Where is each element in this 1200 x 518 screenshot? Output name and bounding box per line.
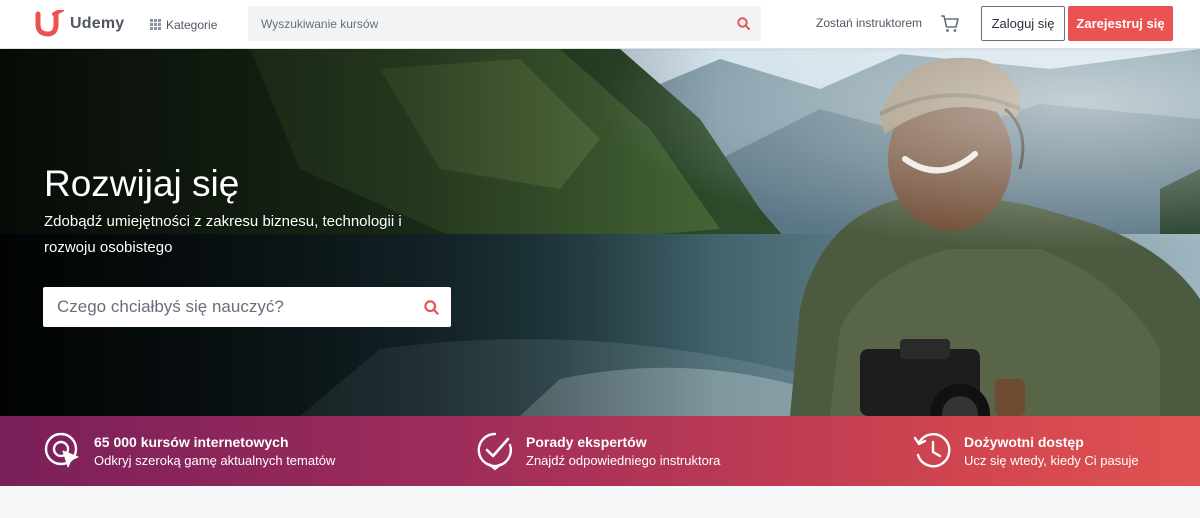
- udemy-logo[interactable]: Udemy: [34, 10, 124, 38]
- logo-text: Udemy: [70, 15, 125, 32]
- hero-banner: Rozwijaj się Zdobądź umiejętności z zakr…: [0, 49, 1200, 416]
- hero-subtitle: Zdobądź umiejętności z zakresu biznesu, …: [44, 213, 402, 256]
- feature-title: 65 000 kursów internetowych: [94, 433, 289, 450]
- feature-subtitle: Ucz się wtedy, kiedy Ci pasuje: [964, 452, 1139, 468]
- hero-search-input[interactable]: [43, 287, 411, 327]
- grid-icon: [150, 19, 161, 30]
- hero-search: [43, 287, 451, 327]
- top-navigation: Udemy Kategorie Zostań instruktorem Zalo…: [0, 0, 1200, 49]
- feature-title: Dożywotni dostęp: [964, 433, 1084, 450]
- search-button[interactable]: [726, 7, 760, 40]
- search-icon: [423, 299, 439, 315]
- signup-button[interactable]: Zarejestruj się: [1068, 6, 1173, 41]
- login-button[interactable]: Zaloguj się: [981, 6, 1065, 41]
- udemy-logo-icon: [35, 10, 64, 37]
- feature-lifetime-access: Dożywotni dostęp Ucz się wtedy, kiedy Ci…: [913, 416, 1139, 486]
- search-input[interactable]: [249, 7, 726, 40]
- search-icon: [736, 17, 750, 30]
- feature-subtitle: Znajdź odpowiedniego instruktora: [526, 452, 721, 468]
- categories-label: Kategorie: [166, 17, 218, 32]
- page-background: [0, 486, 1200, 518]
- badge-check-icon: [477, 432, 512, 471]
- history-clock-icon: [913, 433, 951, 468]
- header-search: [248, 6, 761, 41]
- feature-expert-advice: Porady ekspertów Znajdź odpowiedniego in…: [475, 416, 720, 486]
- cart-icon[interactable]: [940, 14, 960, 34]
- value-proposition-strip: 65 000 kursów internetowych Odkryj szero…: [0, 416, 1200, 486]
- feature-online-courses: 65 000 kursów internetowych Odkryj szero…: [43, 416, 335, 486]
- categories-menu[interactable]: Kategorie: [150, 16, 217, 33]
- become-instructor-link[interactable]: Zostań instruktorem: [816, 16, 922, 30]
- cursor-target-icon: [44, 432, 79, 468]
- feature-subtitle: Odkryj szeroką gamę aktualnych tematów: [94, 452, 336, 468]
- hero-search-button[interactable]: [411, 287, 451, 327]
- feature-title: Porady ekspertów: [526, 433, 647, 450]
- hero-title: Rozwijaj się: [44, 163, 240, 204]
